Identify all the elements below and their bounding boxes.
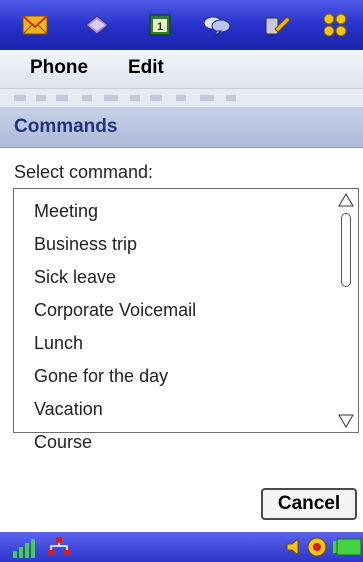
network-icon [46,534,72,560]
sound-icon [305,534,329,560]
list-scrollbar[interactable] [336,191,356,430]
command-list[interactable]: Meeting Business trip Sick leave Corpora… [13,188,359,452]
select-command-label: Select command: [14,162,154,182]
list-item-sick-leave[interactable]: Sick leave [14,261,336,294]
tools-icon[interactable] [262,11,292,39]
messages-icon[interactable] [20,11,50,39]
scrollbar-thumb[interactable] [341,213,351,287]
list-item-gone-for-the-day[interactable]: Gone for the day [14,360,336,393]
list-item-course[interactable]: Course [14,426,336,459]
status-bar [0,532,363,562]
app-launcher-bar: 1 [0,0,363,50]
title-bar: Commands [0,107,363,148]
battery-icon [332,534,362,560]
divider-band [0,89,363,107]
list-item-meeting[interactable]: Meeting [14,195,336,228]
menu-edit[interactable]: Edit [128,57,164,79]
cancel-button[interactable]: Cancel [261,488,357,520]
list-item-corporate-voicemail[interactable]: Corporate Voicemail [14,294,336,327]
signal-strength-icon [12,534,40,560]
menu-phone[interactable]: Phone [30,57,88,79]
apps-grid-icon[interactable] [320,11,350,39]
page-title: Commands [14,116,118,137]
menu-bar: Phone Edit [0,50,363,89]
scroll-up-icon[interactable] [338,193,354,207]
chat-icon[interactable] [202,11,232,39]
svg-text:1: 1 [157,21,163,33]
calendar-icon[interactable]: 1 [145,11,175,39]
list-item-business-trip[interactable]: Business trip [14,228,336,261]
volume-icon [285,534,303,560]
list-item-lunch[interactable]: Lunch [14,327,336,360]
contacts-icon[interactable] [82,11,112,39]
scroll-down-icon[interactable] [338,414,354,428]
list-item-vacation[interactable]: Vacation [14,393,336,426]
